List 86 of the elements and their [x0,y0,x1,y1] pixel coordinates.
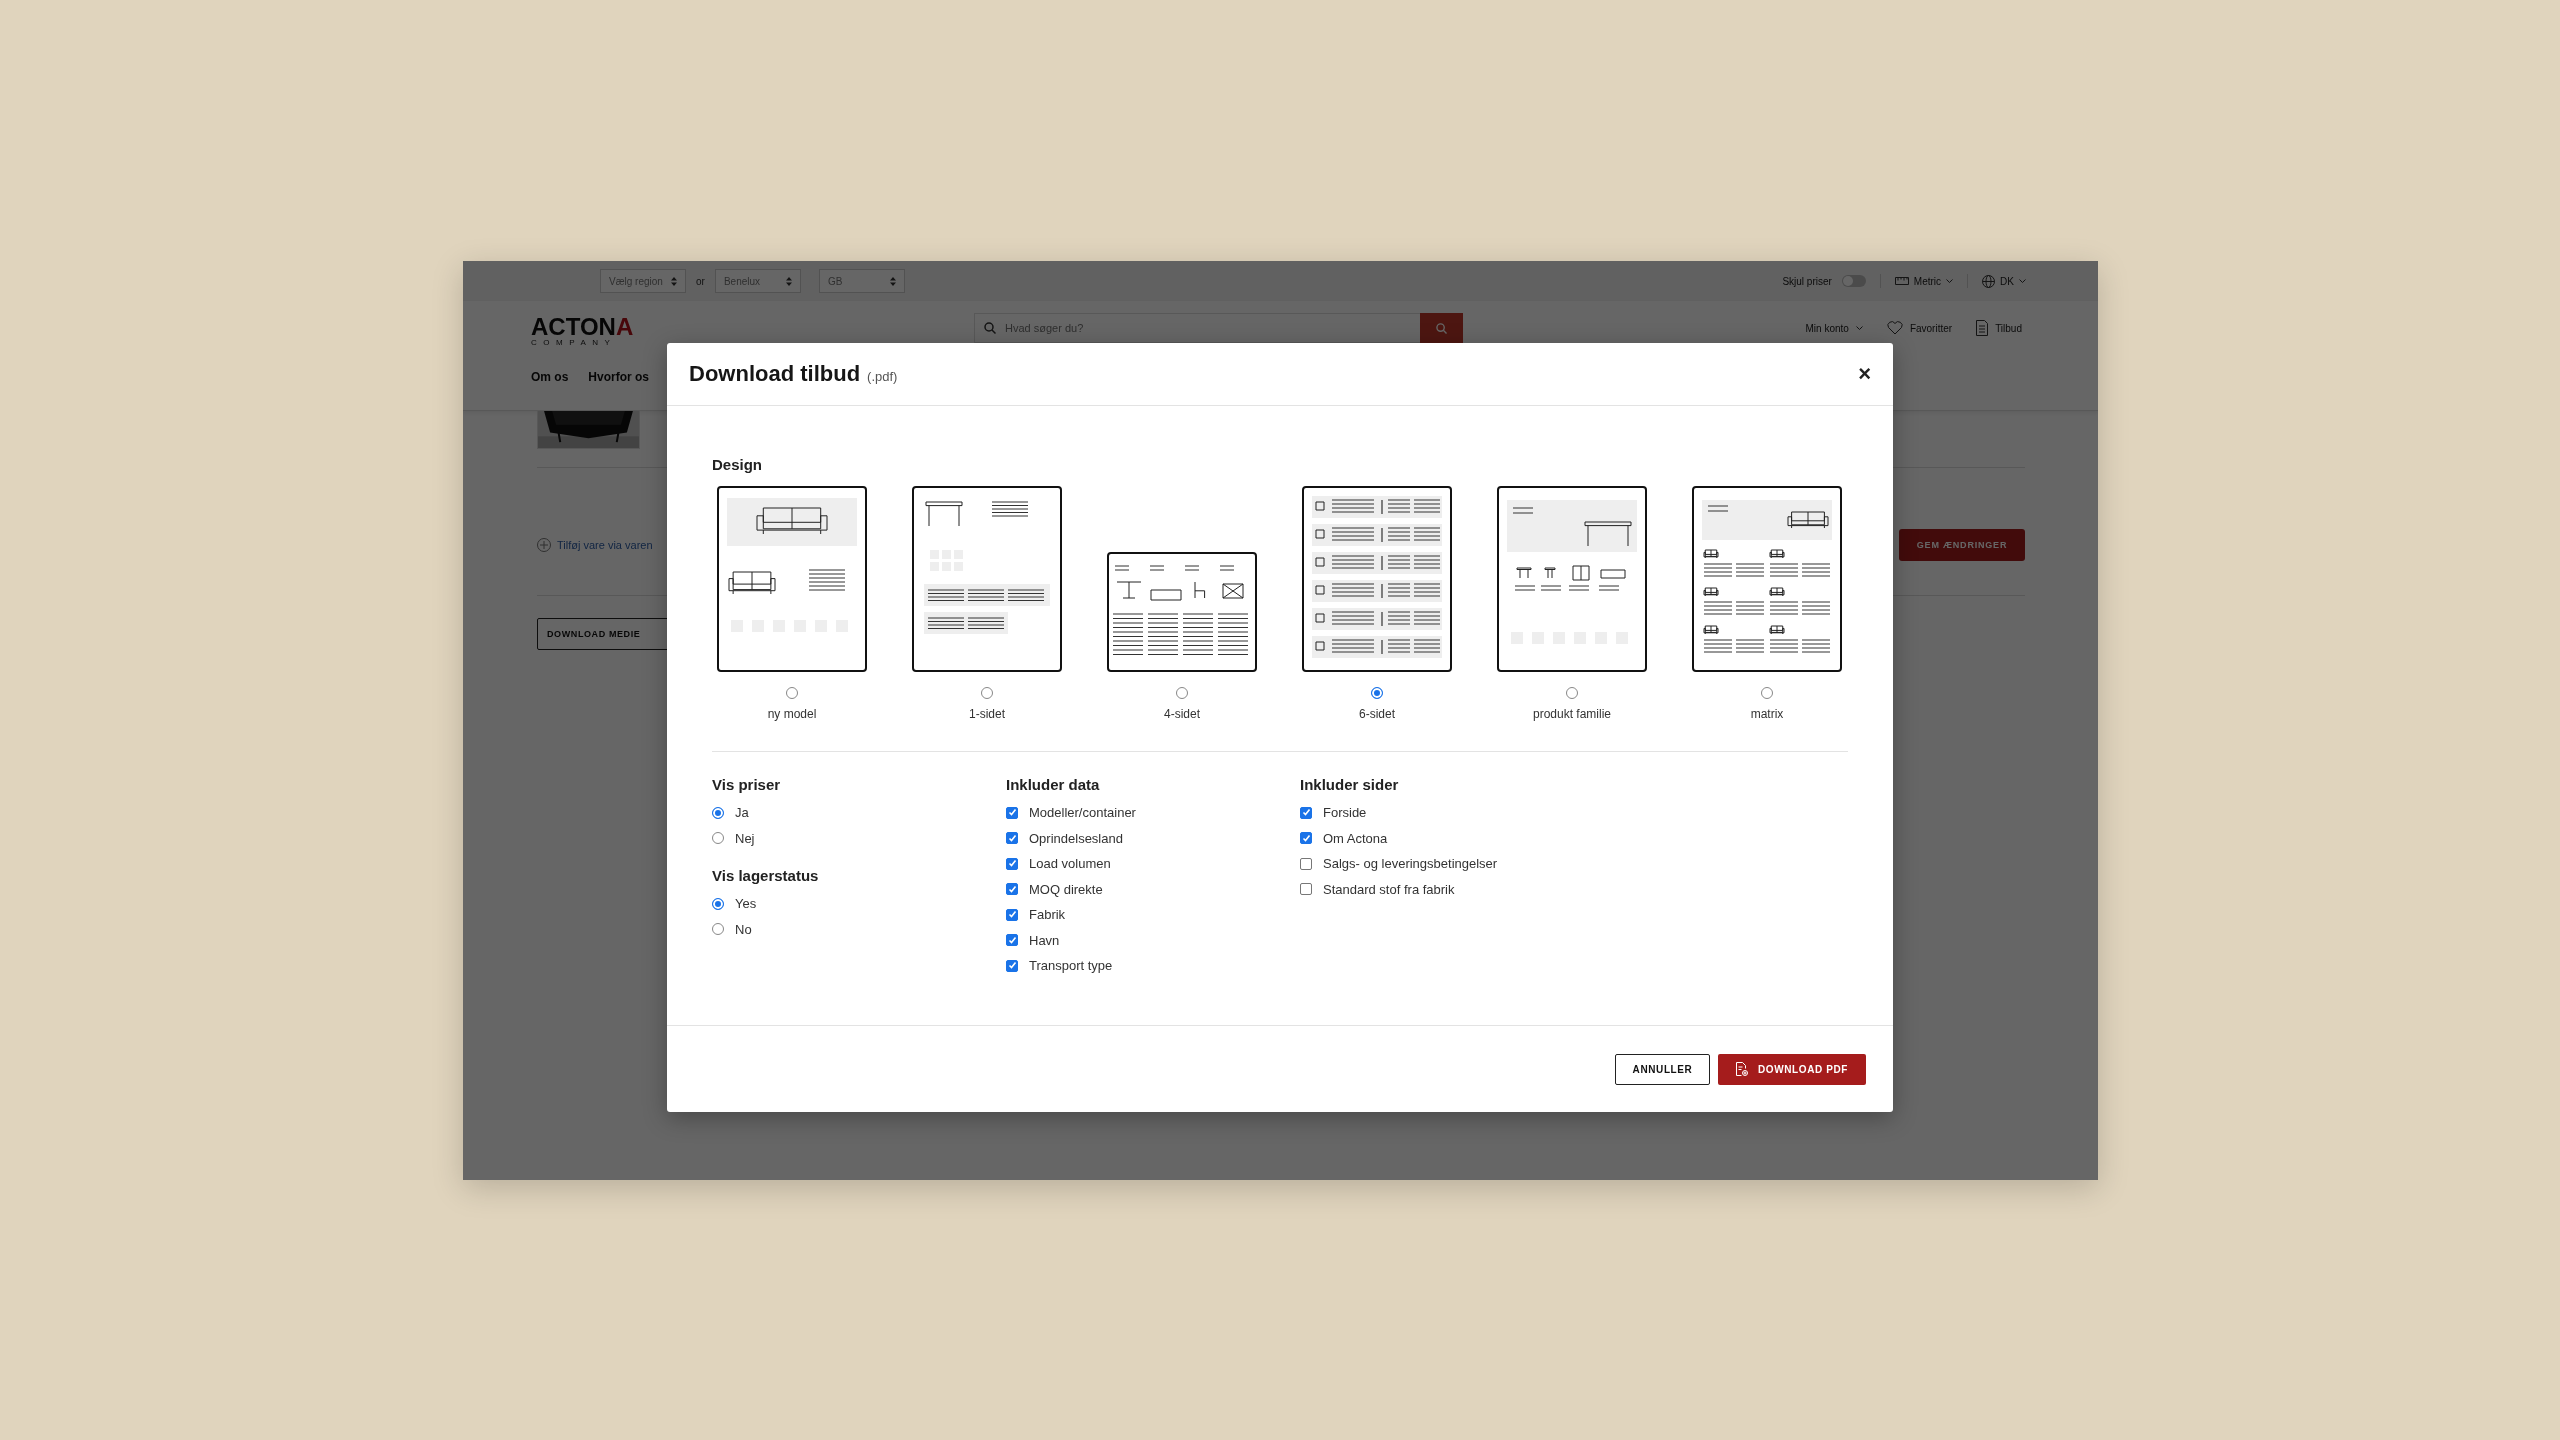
option-label: Yes [735,896,757,912]
chevron-down-icon [1855,325,1863,331]
option-label: Standard stof fra fabrik [1323,881,1455,897]
checkbox[interactable] [1300,857,1312,870]
chevron-down-icon [2019,278,2026,284]
close-button[interactable]: × [1858,361,1871,387]
layout-thumbnail[interactable] [1497,486,1647,672]
radio-button[interactable] [1371,687,1383,699]
cancel-button[interactable]: ANNULLER [1615,1053,1710,1085]
download-pdf-button[interactable]: DOWNLOAD PDF [1718,1053,1866,1085]
radio-button[interactable] [981,687,993,699]
option-label: Fabrik [1029,907,1066,923]
option-label: Salgs- og leveringsbetingelser [1323,856,1498,872]
radio-button[interactable] [786,687,798,699]
layout-thumbnail[interactable] [1107,552,1257,672]
checkbox[interactable] [1006,857,1018,870]
checkbox[interactable] [1006,883,1018,896]
option-label: MOQ direkte [1029,881,1103,897]
option-label: Oprindelsesland [1029,830,1123,846]
updown-caret-icon [785,276,792,286]
document-icon [1976,320,1989,336]
option-label: produkt familie [1532,707,1611,721]
layout-thumbnail[interactable] [1692,486,1842,672]
option-label: Modeller/container [1029,805,1136,821]
language-menu[interactable]: DK [1982,274,2026,288]
checkbox[interactable] [1300,883,1312,896]
ruler-icon [1894,277,1909,285]
plus-circle-icon [537,537,551,552]
radio-button[interactable] [1176,687,1188,699]
layout-thumbnail[interactable] [912,486,1062,672]
logo-wordmark[interactable]: ACTONA [531,316,634,338]
option-label: 6-sidet [1359,707,1395,721]
radio-button[interactable] [712,806,724,819]
option-label: Havn [1029,932,1060,948]
option-label: Forside [1323,805,1367,821]
checkbox[interactable] [1006,959,1018,972]
heart-icon [1886,321,1903,335]
checkbox[interactable] [1006,934,1018,947]
globe-icon [1982,274,1996,288]
document-plus-icon [1736,1062,1748,1076]
updown-caret-icon [889,276,896,286]
updown-caret-icon [671,276,677,286]
option-label: Load volumen [1029,856,1111,872]
section-heading: Design [712,457,763,473]
nav-link[interactable]: Om os [531,370,569,384]
option-label: 4-sidet [1164,707,1200,721]
option-label: Transport type [1029,958,1113,974]
nav-link[interactable]: Hvorfor os [588,370,650,384]
checkbox[interactable] [1300,832,1312,845]
checkbox[interactable] [1006,806,1018,819]
header-link[interactable]: Favoritter [1886,320,1953,336]
header-link[interactable]: Tilbud [1976,320,2022,336]
checkbox[interactable] [1006,832,1018,845]
search-icon [984,322,996,334]
radio-button[interactable] [712,923,724,936]
group-heading: Vis priser [712,776,782,794]
save-button[interactable]: GEM ÆNDRINGER [1899,528,2025,561]
radio-button[interactable] [712,897,724,910]
checkbox[interactable] [1006,908,1018,921]
separator-text: or [696,275,705,287]
unit-menu[interactable]: Metric [1894,275,1954,287]
dialog-subtitle: (.pdf) [867,369,898,384]
option-label: No [735,921,752,937]
search-icon [1436,322,1447,334]
add-item-link[interactable]: Tilføj vare via varen [537,537,653,552]
option-label: Ja [735,805,749,821]
option-label: ny model [767,707,817,721]
group-heading: Vis lagerstatus [712,867,820,885]
radio-button[interactable] [712,832,724,845]
option-label: 1-sidet [969,707,1005,721]
chevron-down-icon [1946,278,1954,284]
layout-thumbnail[interactable] [1302,486,1452,672]
dialog-title: Download tilbud [689,361,861,387]
checkbox[interactable] [1300,806,1312,819]
radio-button[interactable] [1761,687,1773,699]
radio-button[interactable] [1566,687,1578,699]
header-link[interactable]: Min konto [1805,320,1863,336]
option-label: Om Actona [1323,830,1388,846]
group-heading: Inkluder data [1006,776,1101,794]
option-label: matrix [1750,707,1784,721]
layout-thumbnail[interactable] [717,486,867,672]
price-toggle[interactable] [1841,275,1866,287]
logo-tagline: COMPANY [531,338,617,348]
option-label: Nej [735,830,755,846]
group-heading: Inkluder sider [1300,776,1400,794]
toggle-label: Skjul priser [1782,275,1832,287]
